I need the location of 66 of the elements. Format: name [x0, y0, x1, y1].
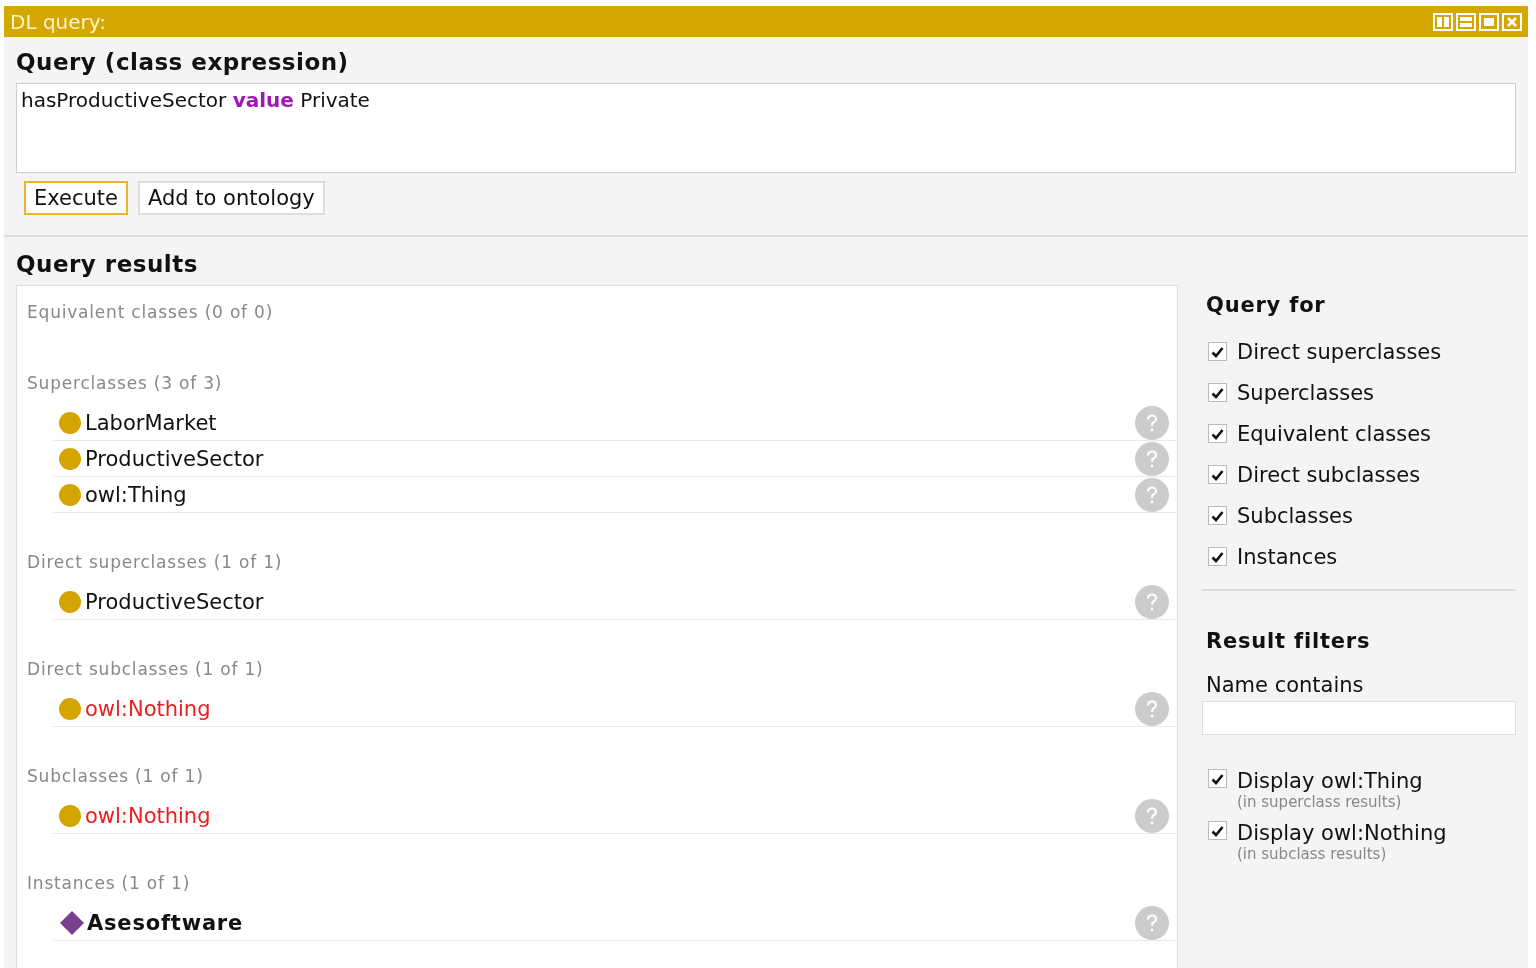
result-row[interactable]: ProductiveSector — [53, 584, 1177, 620]
results-section-label: Superclasses (3 of 3) — [27, 372, 224, 395]
checkbox-label: Superclasses — [1237, 380, 1375, 405]
checkbox-label: Display owl:Nothing — [1237, 821, 1448, 845]
checkbox[interactable] — [1208, 769, 1227, 788]
checkbox[interactable] — [1208, 383, 1227, 402]
individual-icon — [59, 909, 85, 936]
checkbox-label: Instances — [1237, 544, 1338, 569]
checkbox[interactable] — [1208, 821, 1227, 840]
help-icon[interactable] — [1135, 405, 1169, 440]
result-row[interactable]: ProductiveSector — [53, 441, 1177, 477]
help-icon[interactable] — [1135, 691, 1169, 726]
results-section-label: Subclasses (1 of 1) — [27, 765, 205, 788]
results-section-label: Direct superclasses (1 of 1) — [27, 551, 284, 574]
result-row[interactable]: LaborMarket — [53, 405, 1177, 441]
checkbox-label: Subclasses — [1237, 503, 1353, 528]
entity-name: owl:Nothing — [85, 803, 212, 828]
checkbox[interactable] — [1208, 424, 1227, 443]
help-icon[interactable] — [1135, 905, 1169, 940]
add-to-ontology-button[interactable]: Add to ontology — [138, 181, 325, 215]
close-icon[interactable] — [1502, 12, 1522, 31]
panel-heading: Query for — [1206, 293, 1327, 317]
checkbox-note: (in superclass results) — [1237, 793, 1403, 811]
class-icon — [59, 590, 81, 613]
field-label: Name contains — [1206, 673, 1365, 697]
results-section-label: Direct subclasses (1 of 1) — [27, 658, 265, 681]
class-icon — [59, 447, 81, 470]
class-icon — [59, 483, 81, 506]
maximize-icon[interactable] — [1479, 12, 1499, 31]
entity-name: Asesoftware — [87, 910, 245, 935]
section-heading: Query (class expression) — [16, 49, 350, 75]
help-icon[interactable] — [1135, 477, 1169, 512]
class-icon — [59, 804, 81, 827]
help-icon[interactable] — [1135, 798, 1169, 833]
results-section-label: Equivalent classes (0 of 0) — [27, 301, 275, 324]
entity-name: owl:Thing — [85, 482, 188, 507]
checkbox[interactable] — [1208, 506, 1227, 525]
execute-button[interactable]: Execute — [24, 181, 128, 215]
result-row[interactable]: owl:Nothing — [53, 798, 1177, 834]
entity-name: ProductiveSector — [85, 446, 265, 471]
checkbox-label: Direct superclasses — [1237, 339, 1442, 364]
checkbox[interactable] — [1208, 465, 1227, 484]
checkbox[interactable] — [1208, 342, 1227, 361]
query-editor[interactable]: hasProductiveSector value Private — [16, 83, 1516, 173]
help-icon[interactable] — [1135, 441, 1169, 476]
help-icon[interactable] — [1135, 584, 1169, 619]
window-title: DL query: — [10, 9, 106, 34]
split-vertical-icon[interactable] — [1433, 12, 1453, 31]
class-icon — [59, 697, 81, 720]
section-heading: Query results — [16, 251, 199, 277]
checkbox-note: (in subclass results) — [1237, 845, 1388, 863]
panel-heading: Result filters — [1206, 629, 1372, 653]
split-horizontal-icon[interactable] — [1456, 12, 1476, 31]
entity-name: ProductiveSector — [85, 589, 265, 614]
result-row[interactable]: owl:Nothing — [53, 691, 1177, 727]
class-icon — [59, 411, 81, 434]
result-row[interactable]: Asesoftware — [53, 905, 1177, 941]
checkbox-label: Display owl:Thing — [1237, 769, 1424, 793]
checkbox-label: Direct subclasses — [1237, 462, 1421, 487]
entity-name: owl:Nothing — [85, 696, 212, 721]
checkbox-label: Equivalent classes — [1237, 421, 1431, 446]
name-contains-field[interactable] — [1202, 701, 1516, 735]
result-row[interactable]: owl:Thing — [53, 477, 1177, 513]
entity-name: LaborMarket — [85, 410, 218, 435]
checkbox[interactable] — [1208, 547, 1227, 566]
results-section-label: Instances (1 of 1) — [27, 872, 192, 895]
